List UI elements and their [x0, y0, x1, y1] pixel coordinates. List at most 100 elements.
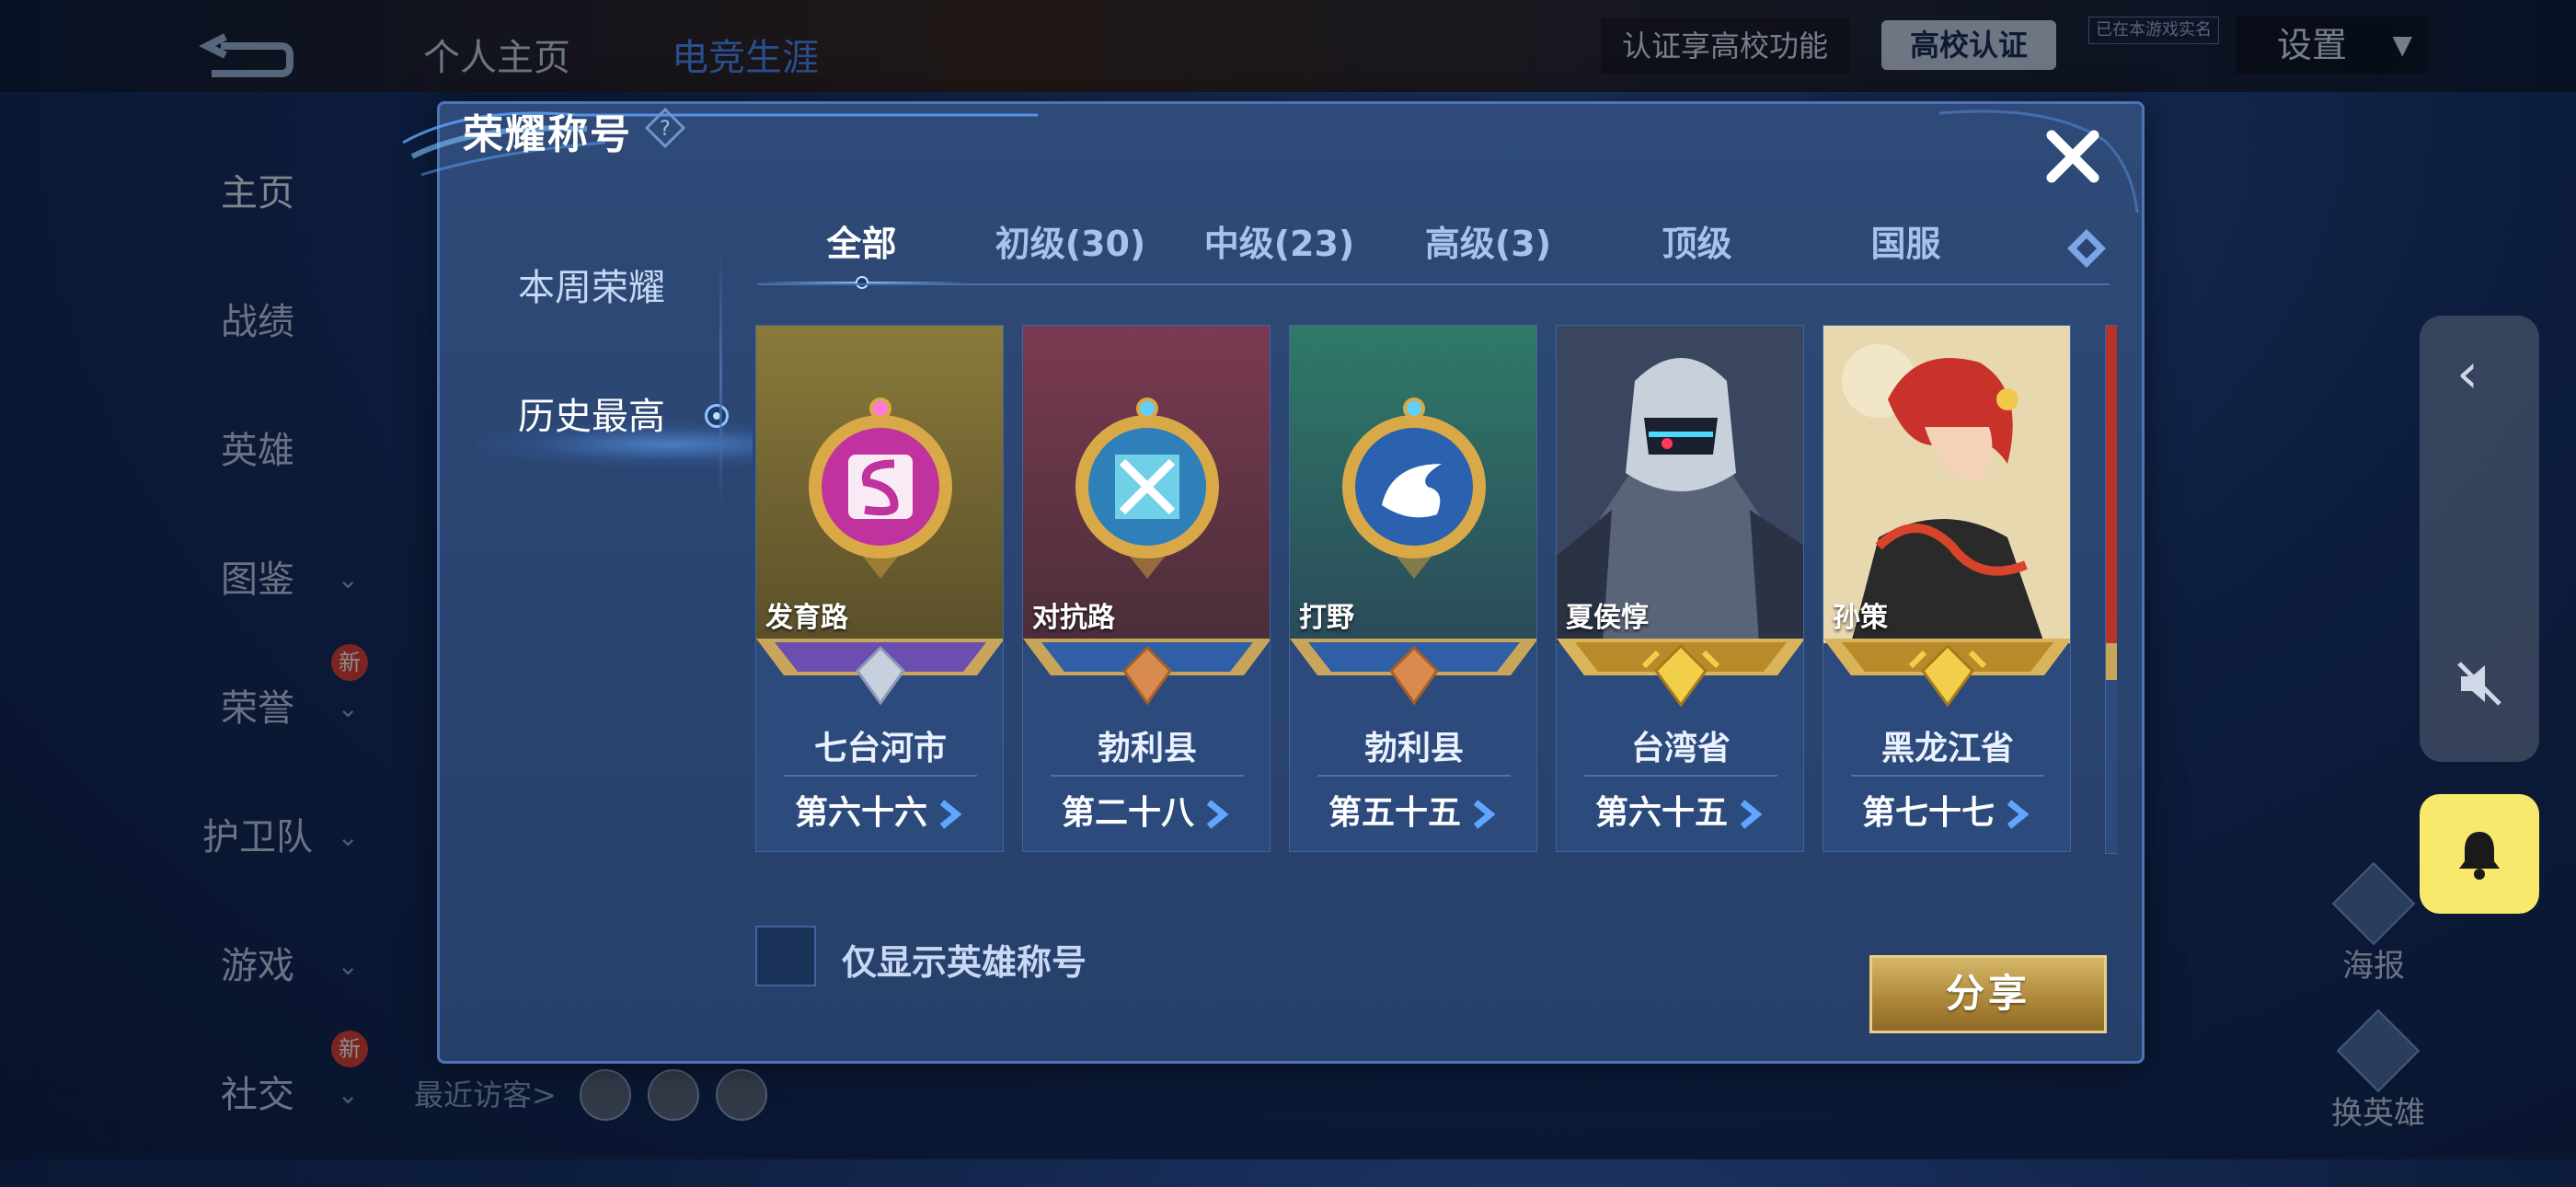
tab-all[interactable]: 全部	[757, 219, 966, 289]
honor-card[interactable]: 发育路 七台河市 第六十六	[755, 325, 1004, 852]
card-label: 对抗路	[1032, 602, 1115, 634]
help-icon[interactable]: ?	[645, 108, 685, 148]
nav-label: 战绩	[221, 301, 294, 343]
card-label: 夏侯惇	[1566, 602, 1649, 634]
avatar[interactable]	[716, 1069, 767, 1121]
honor-title-modal: 荣耀称号 ? 本周荣耀 历史最高 全部 初级(30) 中级(23) 高级(3) …	[402, 101, 2145, 1064]
card-city: 勃利县	[1097, 730, 1197, 767]
nav-item-home[interactable]: 主页	[138, 156, 377, 285]
card-label: 打野	[1299, 602, 1354, 634]
chevron-right-icon	[1473, 800, 1496, 829]
honor-card[interactable]: 对抗路 勃利县 第二十八	[1022, 325, 1271, 852]
tab-label: 中级(23)	[1203, 224, 1355, 264]
tab-junior[interactable]: 初级(30)	[966, 219, 1175, 274]
card-city: 七台河市	[813, 730, 947, 767]
silver-rank-badge	[756, 639, 1003, 706]
bronze-rank-badge	[1023, 639, 1270, 706]
avatar[interactable]	[648, 1069, 699, 1121]
back-icon[interactable]	[193, 32, 294, 87]
side-divider	[719, 247, 722, 509]
swap-hero-button[interactable]: 换英雄	[2318, 1008, 2438, 1133]
card-place-link[interactable]: 第六十六	[756, 786, 1003, 834]
avatar[interactable]	[580, 1069, 631, 1121]
card-city: 勃利县	[1363, 730, 1464, 767]
card-label: 孙策	[1833, 602, 1888, 634]
realname-tag: 已在本游戏实名	[2088, 17, 2219, 44]
partial-card-badge	[2106, 643, 2117, 680]
nav-label: 游戏	[221, 945, 294, 987]
settings-button[interactable]: 设置 ▼	[2236, 17, 2429, 74]
card-place-link[interactable]: 第七十七	[1823, 786, 2070, 834]
top-banner	[0, 0, 2576, 92]
card-city: 黑龙江省	[1880, 730, 2014, 767]
nav-label: 英雄	[221, 430, 294, 472]
honor-cards: 发育路 七台河市 第六十六 对抗路 勃利县 第二十八 打野 勃利县 第五十五 夏…	[755, 325, 2117, 854]
left-nav: 主页 战绩 英雄 图鉴 ⌄ 荣誉新 ⌄ 护卫队 ⌄ 游戏 ⌄ 社交新 ⌄	[138, 156, 377, 1187]
hero-title-only-checkbox[interactable]	[755, 926, 816, 986]
side-tab-history-best[interactable]: 历史最高	[440, 389, 753, 518]
gold-rank-badge	[1823, 639, 2070, 708]
card-place-link[interactable]: 第二十八	[1023, 786, 1270, 834]
chevron-right-icon	[939, 800, 962, 829]
side-tabs: 本周荣耀 历史最高	[440, 260, 753, 518]
floating-toolbar: ‹	[2420, 316, 2539, 762]
nav-item-honor[interactable]: 荣誉新 ⌄	[138, 644, 377, 801]
recent-visitors-link[interactable]: 最近访客>	[414, 1072, 557, 1114]
honor-card[interactable]: 打野 勃利县 第五十五	[1289, 325, 1537, 852]
card-divider	[784, 775, 977, 777]
modal-title: 荣耀称号	[463, 111, 632, 158]
collapse-left-icon[interactable]: ‹	[2456, 341, 2478, 406]
bronze-rank-badge	[1290, 639, 1536, 706]
card-city: 台湾省	[1630, 730, 1731, 767]
card-label: 发育路	[765, 602, 848, 634]
notification-button[interactable]	[2420, 794, 2539, 914]
cert-text: 认证享高校功能	[1601, 18, 1849, 74]
card-divider	[1584, 775, 1777, 777]
tab-esports-career[interactable]: 电竞生涯	[672, 28, 819, 81]
card-place: 第五十五	[1328, 794, 1461, 832]
card-place-link[interactable]: 第五十五	[1290, 786, 1536, 834]
tab-national[interactable]: 国服	[1801, 219, 2010, 274]
nav-item-heroes[interactable]: 英雄	[138, 414, 377, 543]
poster-button[interactable]: 海报	[2318, 861, 2429, 985]
campus-cert-button[interactable]: 高校认证	[1881, 20, 2056, 70]
card-place: 第六十六	[794, 794, 927, 832]
tab-label: 初级(30)	[995, 224, 1146, 264]
nav-item-social[interactable]: 社交新 ⌄	[138, 1031, 377, 1187]
checkbox-label: 仅显示英雄称号	[842, 942, 1087, 983]
tab-intermediate[interactable]: 中级(23)	[1175, 219, 1384, 274]
svg-text:?: ?	[660, 118, 671, 141]
share-button[interactable]: 分享	[1869, 955, 2107, 1033]
tab-divider	[757, 283, 2110, 285]
chevron-right-icon	[1206, 800, 1229, 829]
partial-card-art	[2106, 326, 2117, 643]
tab-senior[interactable]: 高级(3)	[1384, 219, 1593, 274]
profile-top-tabs: 个人主页 电竞生涯	[423, 28, 819, 81]
side-tab-this-week[interactable]: 本周荣耀	[440, 260, 743, 389]
card-divider	[1851, 775, 2044, 777]
bell-icon	[2459, 832, 2500, 880]
tab-top[interactable]: 顶级	[1593, 219, 1801, 274]
nav-label: 社交	[221, 1074, 294, 1116]
swap-hero-icon	[2336, 1008, 2421, 1093]
chevron-down-icon: ⌄	[337, 822, 359, 852]
chevron-right-icon	[1740, 800, 1763, 829]
gold-rank-badge	[1557, 639, 1803, 708]
modal-header: 荣耀称号 ?	[394, 87, 1130, 198]
close-icon[interactable]	[2041, 124, 2105, 189]
swap-hero-label: 换英雄	[2331, 1095, 2425, 1132]
card-place: 第六十五	[1594, 794, 1728, 832]
card-place-link[interactable]: 第六十五	[1557, 786, 1803, 834]
nav-label: 图鉴	[221, 559, 294, 601]
side-tab-label: 历史最高	[518, 396, 665, 438]
tab-personal-home[interactable]: 个人主页	[423, 28, 570, 81]
visitor-avatars	[580, 1069, 767, 1121]
mute-icon[interactable]	[2452, 656, 2507, 711]
honor-card[interactable]: 孙策 黑龙江省 第七十七	[1823, 325, 2071, 852]
nav-item-record[interactable]: 战绩	[138, 285, 377, 414]
honor-card[interactable]: 夏侯惇 台湾省 第六十五	[1556, 325, 1804, 852]
chevron-right-icon	[2007, 800, 2030, 829]
more-tabs-icon[interactable]	[2064, 225, 2110, 271]
nav-item-guard[interactable]: 护卫队 ⌄	[138, 801, 377, 929]
honor-card-partial[interactable]	[2105, 325, 2117, 854]
